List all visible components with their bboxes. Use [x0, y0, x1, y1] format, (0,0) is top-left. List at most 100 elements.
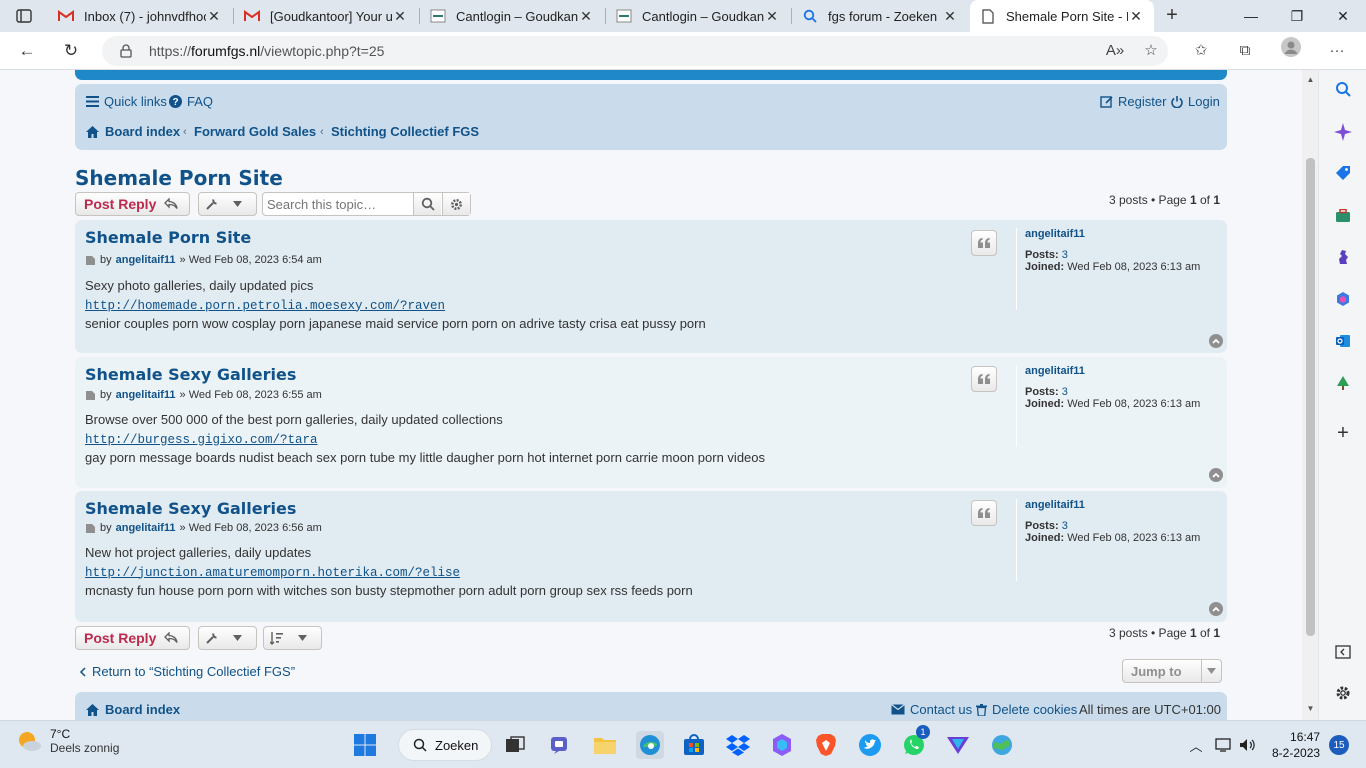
- topic-tools-button-bottom[interactable]: [198, 626, 257, 650]
- post-subject[interactable]: Shemale Sexy Galleries: [85, 365, 296, 384]
- profile-avatar[interactable]: [1276, 36, 1306, 66]
- new-tab-button[interactable]: +: [1160, 4, 1184, 28]
- tab-active-forum[interactable]: Shemale Porn Site - Fo ✕: [970, 0, 1154, 32]
- topic-title[interactable]: Shemale Porn Site: [75, 166, 283, 190]
- maximize-button[interactable]: ❐: [1274, 0, 1320, 32]
- copilot-icon[interactable]: [1331, 123, 1355, 147]
- post-author[interactable]: angelitaif11: [116, 522, 176, 534]
- footer-board-index-link[interactable]: Board index: [86, 702, 180, 717]
- collections-icon[interactable]: ⧉: [1230, 36, 1260, 66]
- url-field[interactable]: https://forumfgs.nl/viewtopic.php?t=25 A…: [102, 36, 1168, 66]
- dropbox-icon[interactable]: [724, 731, 752, 759]
- scroll-down-arrow[interactable]: ▼: [1306, 704, 1315, 713]
- refresh-button[interactable]: ↻: [56, 36, 86, 66]
- back-to-top-button[interactable]: [1209, 334, 1223, 348]
- tray-overflow-icon[interactable]: ︿: [1186, 735, 1206, 755]
- post-link[interactable]: http://burgess.gigixo.com/?tara: [85, 433, 318, 447]
- search-submit-button[interactable]: [413, 193, 441, 215]
- read-aloud-icon[interactable]: A»: [1100, 36, 1130, 66]
- post-subject[interactable]: Shemale Porn Site: [85, 228, 251, 247]
- delete-cookies-link[interactable]: Delete cookies: [976, 702, 1077, 717]
- tab-goudkantoor-mail[interactable]: [Goudkantoor] Your us ✕: [234, 0, 418, 32]
- tab-search[interactable]: fgs forum - Zoeken ✕: [792, 0, 968, 32]
- register-link[interactable]: Register: [1100, 94, 1166, 109]
- vpn-app-icon[interactable]: [944, 731, 972, 759]
- microsoft-365-icon[interactable]: [1331, 291, 1355, 315]
- back-to-top-button[interactable]: [1209, 602, 1223, 616]
- edge-browser-icon[interactable]: [636, 731, 664, 759]
- quick-links-button[interactable]: Quick links: [86, 94, 167, 109]
- close-window-button[interactable]: ✕: [1320, 0, 1366, 32]
- post-author[interactable]: angelitaif11: [116, 254, 176, 266]
- scroll-up-arrow[interactable]: ▲: [1306, 75, 1315, 84]
- copilot-app-icon[interactable]: [768, 731, 796, 759]
- search-topic-input[interactable]: [263, 193, 413, 215]
- jump-to-button[interactable]: Jump to: [1122, 659, 1222, 683]
- posts-count[interactable]: 3: [1062, 520, 1068, 532]
- more-menu-icon[interactable]: ···: [1322, 36, 1352, 66]
- brave-browser-icon[interactable]: [812, 731, 840, 759]
- scroll-thumb[interactable]: [1306, 158, 1315, 636]
- back-to-top-button[interactable]: [1209, 468, 1223, 482]
- minimize-button[interactable]: —: [1228, 0, 1274, 32]
- return-to-forum-link[interactable]: Return to “Stichting Collectief FGS”: [79, 664, 295, 679]
- topic-tools-button[interactable]: [198, 192, 257, 216]
- profile-author[interactable]: angelitaif11: [1025, 499, 1216, 511]
- whatsapp-icon[interactable]: 1: [900, 725, 930, 759]
- file-explorer-icon[interactable]: [591, 731, 619, 759]
- notification-center-badge[interactable]: 15: [1329, 735, 1349, 755]
- sort-options-button[interactable]: [263, 626, 322, 650]
- quote-button[interactable]: [971, 500, 997, 526]
- post-icon[interactable]: [85, 255, 96, 266]
- page-scrollbar[interactable]: ▲ ▼: [1302, 70, 1318, 720]
- system-clock[interactable]: 16:47 8-2-2023: [1272, 729, 1320, 761]
- outlook-icon[interactable]: [1331, 333, 1355, 357]
- post-icon[interactable]: [85, 523, 96, 534]
- breadcrumb-forward-gold-sales[interactable]: Forward Gold Sales: [194, 124, 316, 139]
- post-icon[interactable]: [85, 390, 96, 401]
- quote-button[interactable]: [971, 366, 997, 392]
- advanced-search-button[interactable]: [442, 193, 470, 215]
- games-chess-icon[interactable]: [1331, 249, 1355, 273]
- profile-author[interactable]: angelitaif11: [1025, 365, 1216, 377]
- favorites-icon[interactable]: ✩: [1186, 36, 1216, 66]
- weather-widget[interactable]: 7°C Deels zonnig: [16, 727, 119, 755]
- close-icon[interactable]: ✕: [392, 8, 408, 25]
- network-app-icon[interactable]: [988, 731, 1016, 759]
- volume-icon[interactable]: [1238, 735, 1258, 755]
- breadcrumb-board-index[interactable]: Board index: [86, 124, 180, 139]
- profile-author[interactable]: angelitaif11: [1025, 228, 1216, 240]
- tab-actions-icon[interactable]: [8, 4, 40, 28]
- add-favorite-icon[interactable]: ☆: [1136, 36, 1166, 66]
- twitter-icon[interactable]: [856, 731, 884, 759]
- task-view-icon[interactable]: [501, 731, 529, 759]
- lock-icon[interactable]: [120, 44, 132, 58]
- tab-cantlogin-2[interactable]: Cantlogin – Goudkanto ✕: [606, 0, 790, 32]
- breadcrumb-stichting[interactable]: Stichting Collectief FGS: [331, 124, 479, 139]
- tab-inbox[interactable]: Inbox (7) - johnvdfhoo ✕: [48, 0, 232, 32]
- tab-cantlogin-1[interactable]: Cantlogin – Goudkanto ✕: [420, 0, 604, 32]
- network-icon[interactable]: [1214, 735, 1234, 755]
- posts-count[interactable]: 3: [1062, 249, 1068, 261]
- quote-button[interactable]: [971, 230, 997, 256]
- microsoft-store-icon[interactable]: [680, 731, 708, 759]
- post-link[interactable]: http://junction.amaturemomporn.hoterika.…: [85, 566, 460, 580]
- teams-chat-icon[interactable]: [547, 731, 575, 759]
- close-icon[interactable]: ✕: [1128, 8, 1144, 25]
- contact-us-link[interactable]: Contact us: [891, 702, 972, 717]
- close-icon[interactable]: ✕: [942, 8, 958, 25]
- post-subject[interactable]: Shemale Sexy Galleries: [85, 499, 296, 518]
- close-icon[interactable]: ✕: [764, 8, 780, 25]
- login-link[interactable]: Login: [1171, 94, 1220, 109]
- drop-tree-icon[interactable]: [1331, 375, 1355, 399]
- post-reply-button[interactable]: Post Reply: [75, 192, 190, 216]
- sidebar-collapse-icon[interactable]: [1331, 643, 1355, 667]
- shopping-tag-icon[interactable]: [1331, 165, 1355, 189]
- posts-count[interactable]: 3: [1062, 386, 1068, 398]
- windows-start-icon[interactable]: [351, 731, 379, 759]
- close-icon[interactable]: ✕: [206, 8, 222, 25]
- tools-briefcase-icon[interactable]: [1331, 207, 1355, 231]
- sidebar-search-icon[interactable]: [1331, 81, 1355, 105]
- post-link[interactable]: http://homemade.porn.petrolia.moesexy.co…: [85, 299, 445, 313]
- settings-gear-icon[interactable]: [1331, 685, 1355, 709]
